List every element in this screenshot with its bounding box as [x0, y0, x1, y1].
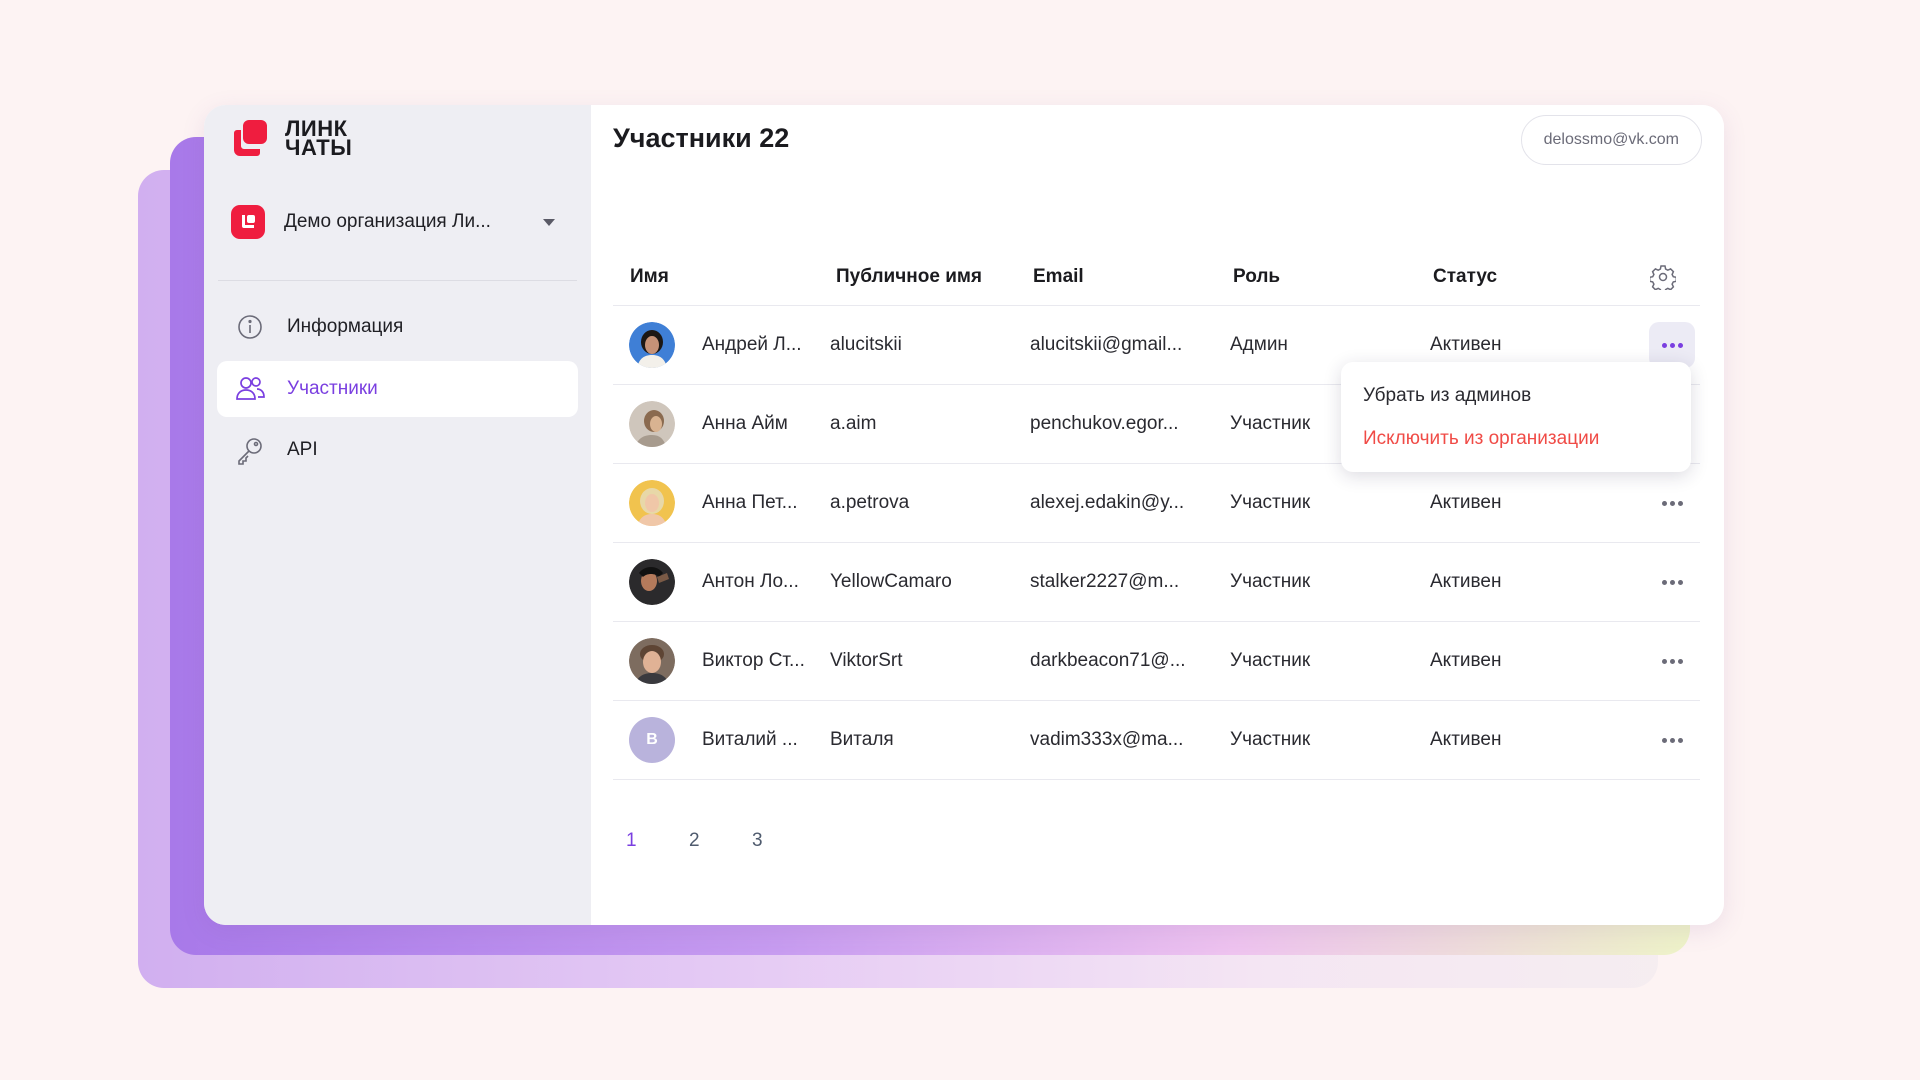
menu-item-remove-admin[interactable]: Убрать из админов — [1341, 374, 1691, 417]
user-account-button[interactable]: delossmo@vk.com — [1520, 115, 1702, 165]
row-actions-button[interactable] — [1649, 638, 1695, 684]
logo-text: ЛИНК ЧАТЫ — [285, 118, 353, 160]
cell-public-name: ViktorSrt — [830, 650, 903, 671]
cell-email: stalker2227@m... — [1030, 571, 1180, 592]
cell-public-name: Виталя — [830, 729, 894, 750]
users-icon — [235, 374, 265, 404]
organization-name: Демо организация Ли... — [284, 211, 491, 232]
table-row[interactable]: Анна Пет... a.petrova alexej.edakin@y...… — [613, 464, 1700, 543]
gear-icon — [1650, 265, 1676, 290]
row-actions-button[interactable] — [1649, 480, 1695, 526]
member-name: Антон Ло... — [702, 571, 799, 592]
member-name: Виктор Ст... — [702, 650, 805, 671]
cell-name: Анна Пет... — [613, 480, 830, 526]
cell-status: Активен — [1430, 650, 1502, 671]
table-settings-button[interactable] — [1648, 262, 1678, 292]
cell-role: Участник — [1230, 650, 1311, 671]
column-header-status[interactable]: Статус — [1430, 266, 1630, 288]
cell-name: В Виталий ... — [613, 717, 830, 763]
app-window: ЛИНК ЧАТЫ Демо организация Ли... Информа… — [204, 105, 1724, 925]
cell-public-name: a.petrova — [830, 492, 910, 513]
sidebar-item-label: Информация — [287, 316, 404, 337]
column-header-email[interactable]: Email — [1030, 266, 1230, 288]
organization-logo-icon — [231, 205, 265, 239]
cell-name: Андрей Л... — [613, 322, 830, 368]
member-name: Виталий ... — [702, 729, 798, 750]
sidebar: ЛИНК ЧАТЫ Демо организация Ли... Информа… — [204, 105, 591, 925]
cell-status: Активен — [1430, 492, 1502, 513]
table-row[interactable]: Антон Ло... YellowCamaro stalker2227@m..… — [613, 543, 1700, 622]
logo-mark-icon — [231, 118, 271, 158]
cell-status: Активен — [1430, 729, 1502, 750]
table-header: Имя Публичное имя Email Роль Статус — [613, 248, 1700, 306]
cell-name: Анна Айм — [613, 401, 830, 447]
sidebar-item-info[interactable]: Информация — [217, 299, 578, 355]
cell-role: Участник — [1230, 729, 1311, 750]
cell-email: alexej.edakin@y... — [1030, 492, 1185, 513]
sidebar-item-api[interactable]: API — [217, 422, 578, 478]
cell-email: alucitskii@gmail... — [1030, 334, 1183, 355]
page-button-2[interactable]: 2 — [689, 825, 752, 857]
main-content: Участники 22 delossmo@vk.com Имя Публичн… — [591, 105, 1724, 925]
table-row[interactable]: В Виталий ... Виталя vadim333x@ma... Уча… — [613, 701, 1700, 780]
cell-email: penchukov.egor... — [1030, 413, 1179, 434]
cell-role: Участник — [1230, 492, 1311, 513]
cell-status: Активен — [1430, 334, 1502, 355]
row-actions-button[interactable] — [1649, 717, 1695, 763]
avatar: В — [629, 717, 675, 763]
member-name: Андрей Л... — [702, 334, 802, 355]
cell-public-name: YellowCamaro — [830, 571, 952, 592]
sidebar-item-members[interactable]: Участники — [217, 361, 578, 417]
more-horizontal-icon — [1661, 342, 1683, 348]
pagination: 1 2 3 — [626, 825, 815, 857]
cell-role: Админ — [1230, 334, 1288, 355]
organization-selector[interactable]: Демо организация Ли... — [231, 204, 559, 240]
more-horizontal-icon — [1661, 579, 1683, 585]
page-title: Участники 22 — [613, 123, 790, 153]
cell-status: Активен — [1430, 571, 1502, 592]
more-horizontal-icon — [1661, 658, 1683, 664]
column-header-public-name[interactable]: Публичное имя — [830, 266, 1030, 288]
cell-role: Участник — [1230, 571, 1311, 592]
avatar — [629, 480, 675, 526]
sidebar-item-label: API — [287, 439, 318, 460]
logo[interactable]: ЛИНК ЧАТЫ — [231, 118, 353, 160]
table-row[interactable]: Виктор Ст... ViktorSrt darkbeacon71@... … — [613, 622, 1700, 701]
member-name: Анна Пет... — [702, 492, 798, 513]
more-horizontal-icon — [1661, 737, 1683, 743]
page-button-1[interactable]: 1 — [626, 825, 689, 857]
avatar — [629, 638, 675, 684]
info-icon — [235, 312, 265, 342]
member-name: Анна Айм — [702, 413, 788, 434]
column-header-name[interactable]: Имя — [613, 266, 830, 288]
cell-name: Антон Ло... — [613, 559, 830, 605]
page-button-3[interactable]: 3 — [752, 825, 815, 857]
logo-line-2: ЧАТЫ — [285, 135, 353, 160]
key-icon — [235, 435, 265, 465]
menu-item-remove-from-organization[interactable]: Исключить из организации — [1341, 417, 1691, 460]
cell-email: vadim333x@ma... — [1030, 729, 1184, 750]
avatar — [629, 322, 675, 368]
sidebar-item-label: Участники — [287, 378, 378, 399]
cell-name: Виктор Ст... — [613, 638, 830, 684]
sidebar-divider — [218, 280, 577, 281]
members-table: Имя Публичное имя Email Роль Статус Андр… — [613, 248, 1700, 780]
avatar — [629, 559, 675, 605]
row-actions-button[interactable] — [1649, 559, 1695, 605]
chevron-down-icon — [543, 218, 555, 226]
column-header-role[interactable]: Роль — [1230, 266, 1430, 288]
cell-public-name: alucitskii — [830, 334, 902, 355]
cell-public-name: a.aim — [830, 413, 877, 434]
avatar — [629, 401, 675, 447]
more-horizontal-icon — [1661, 500, 1683, 506]
row-actions-menu: Убрать из админов Исключить из организац… — [1341, 362, 1691, 472]
cell-email: darkbeacon71@... — [1030, 650, 1186, 671]
